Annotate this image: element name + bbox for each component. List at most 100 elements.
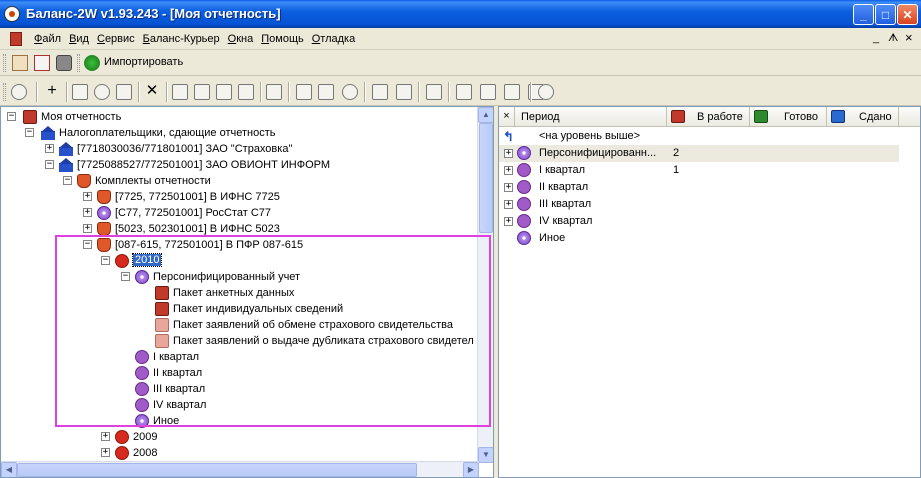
mdi-restore-button[interactable]: ᗑ [888,32,898,45]
column-period[interactable]: Период [515,107,667,127]
view-icon[interactable] [11,84,27,100]
house-icon [41,126,55,140]
menu-debug[interactable]: Отладка [308,33,360,45]
expand-icon[interactable]: + [504,166,513,175]
tree-label: [7718030036/771801001] ЗАО "Страховка" [77,143,293,155]
toolbar-separator [418,82,420,102]
import-button[interactable]: Импортировать [104,56,183,68]
paste-icon[interactable] [216,84,232,100]
document-icon[interactable] [10,32,22,46]
minimize-button[interactable]: _ [853,4,874,25]
menu-service[interactable]: Сервис [93,33,139,45]
apple-icon [115,430,129,444]
table-icon[interactable] [318,84,334,100]
recycle-icon[interactable] [342,84,358,100]
scroll-left-icon[interactable]: ◀ [1,462,17,477]
refresh-icon[interactable] [238,84,254,100]
tree-label: Комплекты отчетности [95,175,211,187]
toolbar-grip[interactable] [3,54,6,72]
up-level-row[interactable]: ↰ <на уровень выше> [499,128,899,145]
receive-icon[interactable] [396,84,412,100]
collapse-icon[interactable]: − [63,176,72,185]
table-row[interactable]: + IV квартал [499,213,899,230]
kit-icon [77,174,91,188]
copy-icon[interactable] [194,84,210,100]
tree-horizontal-scrollbar[interactable]: ◀ ▶ [1,461,479,477]
add-icon[interactable]: + [44,83,60,100]
table-row[interactable]: + Персонифицированн... 2 [499,145,899,162]
structure-icon[interactable] [456,84,472,100]
safe-icon[interactable] [56,55,72,71]
expand-icon[interactable]: + [504,200,513,209]
highlight-frame [55,235,491,427]
menu-view[interactable]: Вид [65,33,93,45]
menu-help[interactable]: Помощь [257,33,308,45]
toolbar-separator [530,82,532,102]
quarter-icon [517,180,531,194]
import-icon[interactable] [84,55,100,71]
table-row[interactable]: + I квартал 1 [499,162,899,179]
mdi-minimize-button[interactable]: _ [873,32,879,44]
mdi-close-button[interactable]: × [905,30,913,45]
scroll-thumb[interactable] [17,463,417,477]
window-title: Баланс-2W v1.93.243 - [Моя отчетность] [26,6,281,21]
up-arrow-icon: ↰ [503,129,514,144]
target-icon[interactable] [538,84,554,100]
table-row[interactable]: + II квартал [499,179,899,196]
expand-icon[interactable]: + [83,192,92,201]
collapse-icon[interactable]: − [45,160,54,169]
scroll-down-icon[interactable]: ▼ [478,447,493,463]
building-icon [59,158,73,172]
app-icon[interactable] [4,6,20,22]
toolbar-grip[interactable] [3,83,6,101]
delete-icon[interactable]: ✕ [144,83,160,100]
print-icon[interactable] [116,84,132,100]
table-row[interactable]: Иное [499,230,899,247]
menu-file[interactable]: Файл [30,33,65,45]
expand-icon[interactable]: + [504,183,513,192]
quarter-icon [517,163,531,177]
tax-icon[interactable] [426,84,442,100]
expand-icon[interactable]: + [504,149,513,158]
collapse-icon[interactable]: − [7,112,16,121]
users-icon[interactable] [480,84,496,100]
move-icon[interactable] [172,84,188,100]
find-icon[interactable] [266,84,282,100]
column-label: Сдано [859,111,892,123]
toolbar-grip[interactable] [77,54,80,72]
eye-icon[interactable] [94,84,110,100]
expand-icon[interactable]: + [45,144,54,153]
calendar-icon[interactable] [34,55,50,71]
expand-icon[interactable]: + [504,217,513,226]
settings-icon[interactable] [504,84,520,100]
expand-icon[interactable]: + [83,224,92,233]
edit-icon[interactable] [72,84,88,100]
scroll-thumb[interactable] [479,123,493,233]
expand-icon[interactable]: + [101,432,110,441]
disc-icon [97,206,111,220]
column-label: Готово [784,111,818,123]
expand-icon[interactable]: + [83,208,92,217]
table-row[interactable]: + III квартал [499,196,899,213]
column-close-button[interactable]: × [499,107,515,127]
toolbar-separator [36,82,38,102]
toolbar-separator [66,82,68,102]
column-sent[interactable]: Сдано [827,107,899,127]
toolbar-separator [166,82,168,102]
toolbar-separator [288,82,290,102]
close-button[interactable]: ✕ [897,4,918,25]
menu-windows[interactable]: Окна [224,33,258,45]
scroll-right-icon[interactable]: ▶ [463,462,479,477]
expand-icon[interactable]: + [101,448,110,457]
grid-icon[interactable] [296,84,312,100]
scroll-up-icon[interactable]: ▲ [478,107,493,123]
period-cell: II квартал [539,181,589,193]
menu-courier[interactable]: Баланс-Курьер [139,33,224,45]
column-ready[interactable]: Готово [750,107,827,127]
maximize-button[interactable]: □ [875,4,896,25]
send-icon[interactable] [372,84,388,100]
new-document-icon[interactable] [12,55,28,71]
column-in-work[interactable]: В работе [667,107,750,127]
collapse-icon[interactable]: − [25,128,34,137]
quarter-icon [517,214,531,228]
